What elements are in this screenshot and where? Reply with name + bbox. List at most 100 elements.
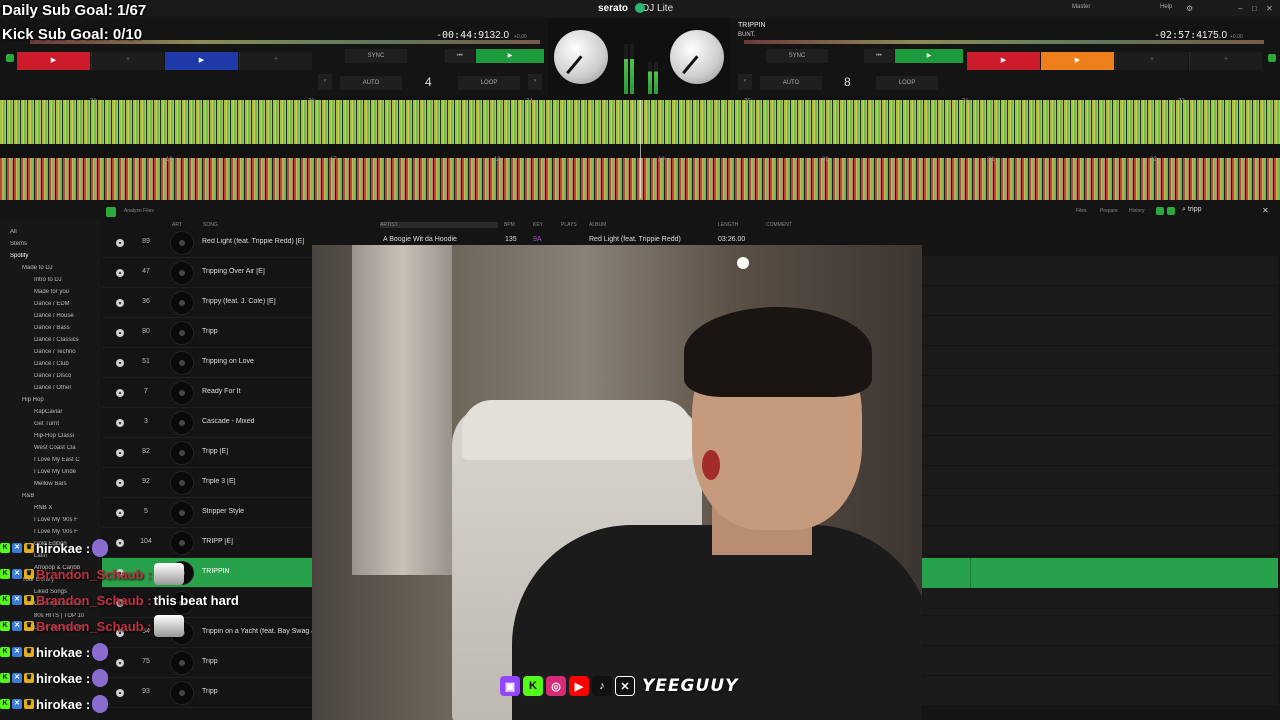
record-icon[interactable] (116, 509, 124, 517)
search-input[interactable]: ⌕ tripp (1182, 206, 1202, 214)
sidebar-item[interactable]: Mellow Bars (34, 481, 100, 487)
table-row[interactable]: 80 Tripp (102, 318, 312, 348)
record-icon[interactable] (116, 419, 124, 427)
sidebar-item[interactable]: Hip-Hop Classi (34, 433, 100, 439)
record-icon[interactable] (116, 539, 124, 547)
sidebar-item[interactable]: Intro to DJ (34, 277, 100, 283)
deck-right-loop-prev[interactable]: ‹ (738, 74, 752, 90)
cue-pad-7[interactable]: + (1115, 52, 1188, 70)
table-row[interactable]: 104 TRIPP [E] (102, 528, 312, 558)
table-row[interactable]: 89 Red Light (feat. Trippie Redd) [E] (102, 228, 312, 258)
sidebar-item[interactable]: RNB X (34, 505, 100, 511)
help-menu[interactable]: Help (1160, 4, 1172, 10)
sidebar-item[interactable]: West Coast Cla (34, 445, 100, 451)
deck-right-cue-button[interactable]: ⏮ (864, 49, 894, 63)
sidebar-item[interactable]: RapCaviar (34, 409, 100, 415)
col-bpm[interactable]: BPM (504, 222, 515, 228)
deck-left-gain-knob[interactable] (554, 30, 608, 84)
table-row[interactable]: 3 Cascade - Mixed (102, 408, 312, 438)
table-row[interactable]: 82 Tripp [E] (102, 438, 312, 468)
maximize-icon[interactable]: □ (1252, 4, 1257, 13)
cue-pad-1[interactable]: ▶ (17, 52, 90, 70)
prepare-button[interactable]: Prepare (1100, 208, 1118, 214)
deck-left-cue-button[interactable]: ⏮ (445, 49, 475, 63)
close-icon[interactable]: ✕ (1266, 4, 1273, 13)
sidebar-item[interactable]: Dance / Other (34, 385, 100, 391)
table-row[interactable]: 47 Tripping Over Air [E] (102, 258, 312, 288)
sidebar-item[interactable]: I Love My East C (34, 457, 100, 463)
col-comment[interactable]: COMMENT (766, 222, 792, 228)
sidebar-item[interactable]: Stems (10, 241, 100, 247)
record-icon[interactable] (116, 659, 124, 667)
browser-icon[interactable] (106, 207, 116, 217)
sidebar-item[interactable]: Dance / Disco (34, 373, 100, 379)
deck-left-loop-prev[interactable]: ‹ (318, 74, 332, 90)
gear-icon[interactable]: ⚙ (1186, 4, 1193, 13)
history-button[interactable]: History (1129, 208, 1145, 214)
view-toggle-icon[interactable] (1156, 207, 1164, 215)
record-icon[interactable] (116, 479, 124, 487)
cue-pad-8[interactable]: + (1189, 52, 1262, 70)
sidebar-item[interactable]: Get Turnt (34, 421, 100, 427)
deck-right-gain-knob[interactable] (670, 30, 724, 84)
table-row[interactable]: 92 Triple 3 [E] (102, 468, 312, 498)
record-icon[interactable] (116, 329, 124, 337)
col-plays[interactable]: PLAYS (561, 222, 577, 228)
table-row[interactable]: 51 Tripping on Love (102, 348, 312, 378)
minimize-icon[interactable]: – (1238, 4, 1242, 13)
sidebar-item[interactable]: Hip Hop (22, 397, 100, 403)
deck-left-pitch: +0.00 (514, 34, 527, 40)
album-art (170, 351, 194, 375)
col-length[interactable]: LENGTH (718, 222, 738, 228)
cue-pad-6[interactable]: ▶ (1041, 52, 1114, 70)
col-album[interactable]: ALBUM (589, 222, 606, 228)
table-row[interactable]: 75 Tripp (102, 648, 312, 678)
chat-emote (92, 539, 109, 557)
table-row[interactable]: 36 Trippy (feat. J. Cole) [E] (102, 288, 312, 318)
record-icon[interactable] (116, 239, 124, 247)
selected-row-extension[interactable] (922, 558, 1278, 588)
deck-left-sync-button[interactable]: SYNC (345, 49, 407, 63)
deck-right-loop-button[interactable]: LOOP (876, 76, 938, 90)
table-row[interactable]: 93 Tripp (102, 678, 312, 708)
cue-pad-5[interactable]: ▶ (967, 52, 1040, 70)
files-button[interactable]: Files (1076, 208, 1087, 214)
sidebar-item[interactable]: Dance / Club (34, 361, 100, 367)
table-row[interactable]: 5 Stripper Style (102, 498, 312, 528)
record-icon[interactable] (116, 449, 124, 457)
col-artist[interactable]: ARTIST (380, 222, 498, 228)
deck-right-sync-button[interactable]: SYNC (766, 49, 828, 63)
sidebar-item[interactable]: I Love My '90s F (34, 517, 100, 523)
col-key[interactable]: KEY (533, 222, 543, 228)
sidebar-item[interactable]: Made to DJ (22, 265, 100, 271)
cue-pad-3[interactable]: ▶ (165, 52, 238, 70)
sidebar-item[interactable]: Dance / House (34, 313, 100, 319)
sidebar-item[interactable]: Dance / Classics (34, 337, 100, 343)
sidebar-item[interactable]: All (10, 229, 100, 235)
sidebar-item[interactable]: Dance / Techno (34, 349, 100, 355)
cue-pad-2[interactable]: + (91, 52, 164, 70)
sidebar-item[interactable]: R&B (22, 493, 100, 499)
sidebar-item[interactable]: I Love My Unde (34, 469, 100, 475)
deck-left-play-button[interactable]: ▶ (476, 49, 544, 63)
sidebar-item[interactable]: Dance / EDM (34, 301, 100, 307)
view-toggle-2-icon[interactable] (1167, 207, 1175, 215)
clear-search-icon[interactable]: ✕ (1262, 206, 1269, 215)
sidebar-item[interactable]: I Love My '00s F (34, 529, 100, 535)
record-icon[interactable] (116, 389, 124, 397)
sidebar-item[interactable]: Dance / Bass (34, 325, 100, 331)
deck-left-loop-next[interactable]: › (528, 74, 542, 90)
deck-left-auto-button[interactable]: AUTO (340, 76, 402, 90)
record-icon[interactable] (116, 269, 124, 277)
sidebar-item[interactable]: Made for you (34, 289, 100, 295)
record-icon[interactable] (116, 299, 124, 307)
record-icon[interactable] (116, 359, 124, 367)
table-row[interactable]: 7 Ready For It (102, 378, 312, 408)
analyze-files-button[interactable]: Analyze Files (124, 208, 154, 214)
cue-pad-4[interactable]: + (239, 52, 312, 70)
sidebar-item[interactable]: Spotify (10, 253, 100, 259)
record-icon[interactable] (116, 689, 124, 697)
deck-right-play-button[interactable]: ▶ (895, 49, 963, 63)
deck-right-auto-button[interactable]: AUTO (760, 76, 822, 90)
deck-left-loop-button[interactable]: LOOP (458, 76, 520, 90)
